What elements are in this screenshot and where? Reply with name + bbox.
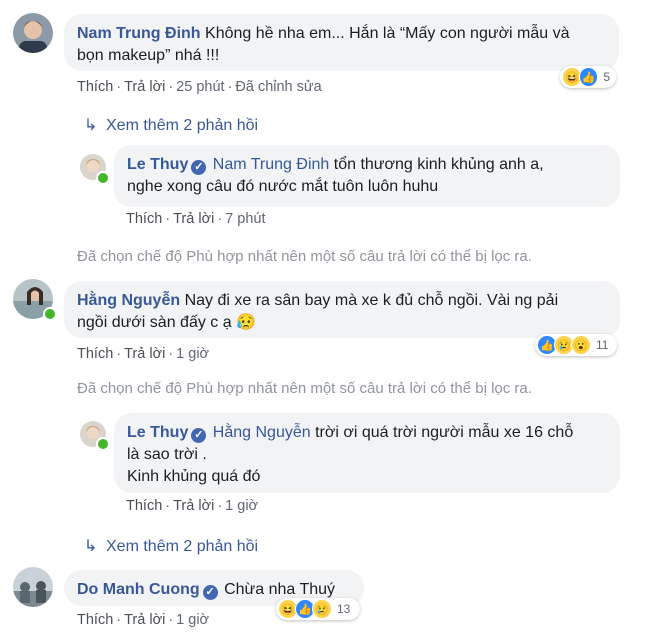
like-link[interactable]: Thích: [126, 498, 162, 514]
timestamp[interactable]: 1 giờ: [176, 612, 209, 628]
comment-bubble: Hằng Nguyễn Nay đi xe ra sân bay mà xe k…: [64, 281, 620, 338]
verified-badge-icon: ✓: [191, 428, 207, 443]
reply-link[interactable]: Trả lời: [124, 79, 165, 95]
commenter-name[interactable]: Nam Trung Đinh: [77, 25, 201, 42]
tagged-user[interactable]: Nam Trung Đinh: [213, 156, 330, 173]
reaction-count: 5: [603, 70, 610, 84]
filter-notice: Đã chọn chế độ Phù hợp nhất nên một số c…: [77, 380, 532, 397]
online-indicator: [43, 307, 57, 321]
comment-actions: Thích · Trả lời · 1 giờ: [126, 498, 259, 514]
avatar[interactable]: [13, 567, 53, 607]
reply-arrow-icon: ↳: [84, 538, 98, 555]
reply-bubble: Le Thuy ✓ Hằng Nguyễn trời ơi quá trời ng…: [114, 413, 620, 493]
online-indicator: [96, 171, 110, 185]
reaction-summary[interactable]: 👍 😢 😮 11: [535, 334, 617, 356]
like-icon: 👍: [578, 67, 599, 87]
avatar[interactable]: [13, 13, 53, 53]
timestamp[interactable]: 7 phút: [225, 211, 265, 227]
reaction-count: 13: [337, 602, 351, 616]
reply-bubble: Le Thuy ✓ Nam Trung Đinh tổn thương kinh …: [114, 145, 620, 207]
verified-badge-icon: ✓: [191, 160, 207, 175]
sad-icon: 😢: [312, 599, 332, 619]
reply-link[interactable]: Trả lời: [173, 498, 214, 514]
comment-bubble: Nam Trung Đinh Không hề nha em... Hắn là…: [64, 14, 619, 71]
reaction-summary[interactable]: 😆 👍 5: [560, 66, 616, 88]
comment-actions: Thích · Trả lời · 1 giờ: [77, 612, 210, 628]
comment-actions: Thích · Trả lời · 7 phút: [126, 211, 266, 227]
like-link[interactable]: Thích: [77, 346, 113, 362]
reaction-count: 11: [596, 338, 609, 352]
comment-actions: Thích · Trả lời · 25 phút · Đã chỉnh sửa: [77, 79, 322, 95]
like-link[interactable]: Thích: [126, 211, 162, 227]
like-link[interactable]: Thích: [77, 612, 113, 628]
comment-text: Kinh khủng quá đó: [127, 468, 261, 485]
tagged-user[interactable]: Hằng Nguyễn: [213, 424, 311, 441]
timestamp[interactable]: 1 giờ: [225, 498, 258, 514]
reply-link[interactable]: Trả lời: [124, 346, 165, 362]
comment-text: trời ơi quá trời người mẫu xe 16 chỗ: [315, 424, 574, 441]
wow-icon: 😮: [571, 335, 591, 355]
comment-text: tổn thương kinh khủng anh a,: [333, 156, 544, 173]
timestamp[interactable]: 25 phút: [176, 79, 224, 95]
commenter-name[interactable]: Hằng Nguyễn: [77, 292, 180, 309]
commenter-name[interactable]: Le Thuy: [127, 156, 188, 173]
comment-text: Không hề nha em... Hắn là “Mấy con người…: [205, 25, 570, 42]
comment-actions: Thích · Trả lời · 1 giờ: [77, 346, 210, 362]
see-more-replies[interactable]: ↳ Xem thêm 2 phản hồi: [84, 115, 258, 135]
like-link[interactable]: Thích: [77, 79, 113, 95]
reply-arrow-icon: ↳: [84, 117, 98, 134]
reply-link[interactable]: Trả lời: [124, 612, 165, 628]
comment-text: là sao trời .: [127, 446, 207, 463]
comment-text: ngồi dưới sàn đấy c ạ 😥: [77, 314, 256, 331]
online-indicator: [96, 437, 110, 451]
commenter-name[interactable]: Le Thuy: [127, 424, 188, 441]
see-more-replies[interactable]: ↳ Xem thêm 2 phản hồi: [84, 536, 258, 556]
timestamp[interactable]: 1 giờ: [176, 346, 209, 362]
verified-badge-icon: ✓: [202, 585, 218, 600]
edited-label[interactable]: Đã chỉnh sửa: [235, 79, 321, 95]
comment-text: nghe xong câu đó nước mắt tuôn luôn huhu: [127, 178, 439, 195]
reply-link[interactable]: Trả lời: [173, 211, 214, 227]
comment-text: Chừa nha Thuý: [224, 581, 336, 598]
comment-text: Nay đi xe ra sân bay mà xe k đủ chỗ ngồi…: [184, 292, 559, 309]
filter-notice: Đã chọn chế độ Phù hợp nhất nên một số c…: [77, 248, 532, 265]
comment-text: bọn makeup” nhá !!!: [77, 47, 220, 64]
commenter-name[interactable]: Do Manh Cuong: [77, 581, 200, 598]
reaction-summary[interactable]: 😆 👍 😢 13: [276, 598, 360, 620]
